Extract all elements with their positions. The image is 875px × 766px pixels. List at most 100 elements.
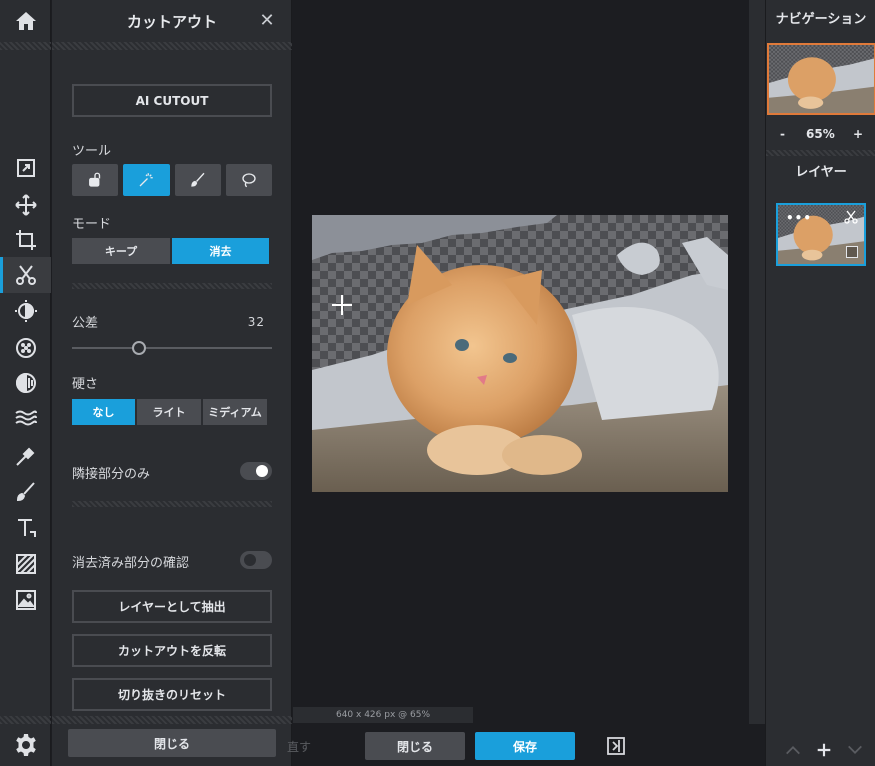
- invert-cutout-button[interactable]: カットアウトを反転: [72, 634, 272, 667]
- canvas-scrollbar[interactable]: [749, 0, 765, 766]
- redo-button[interactable]: 直す: [287, 732, 311, 760]
- cutout-tool-button[interactable]: [0, 257, 51, 293]
- tone-button[interactable]: [0, 365, 51, 401]
- brush-tool-button[interactable]: [174, 164, 221, 196]
- paint-brush-icon: [190, 172, 205, 187]
- sun-icon: [14, 300, 37, 322]
- canvas-status: 640 x 426 px @ 65%: [293, 707, 473, 723]
- zoom-value: 65%: [806, 127, 835, 141]
- close-icon[interactable]: ✕: [257, 10, 277, 31]
- mode-selector: キープ 消去: [72, 238, 269, 264]
- photo-editor-app: カットアウト ✕ AI CUTOUT ツール モード キープ 消去 公差 32 …: [0, 0, 875, 766]
- move-icon: [14, 194, 37, 216]
- text-icon: [17, 519, 36, 537]
- hatch-square-icon: [15, 554, 36, 574]
- layer-item[interactable]: •••: [776, 203, 866, 266]
- right-divider: [766, 150, 875, 156]
- panel-title: カットアウト: [126, 12, 217, 31]
- panel-toggle-icon: [607, 737, 625, 755]
- image-button[interactable]: [0, 582, 51, 618]
- canvas-image[interactable]: [312, 215, 728, 492]
- gear-icon: [15, 734, 36, 756]
- panel-divider: [52, 42, 292, 50]
- bottom-toolbar: 直す 閉じる 保存: [287, 724, 765, 766]
- tool-rail: [0, 0, 51, 766]
- nav-thumb-image: [769, 45, 874, 113]
- filter-button[interactable]: [0, 293, 51, 329]
- texture-button[interactable]: [0, 546, 51, 582]
- zoom-in-button[interactable]: +: [853, 127, 863, 141]
- brush-button[interactable]: [0, 474, 51, 510]
- dots-circle-icon: [15, 338, 36, 358]
- lasso-icon: [242, 173, 256, 188]
- waves-icon: [14, 410, 37, 426]
- canvas-area[interactable]: [293, 0, 748, 706]
- right-panel: ナビゲーション - 65% + レイヤー •••: [765, 0, 875, 766]
- magic-wand-icon: [139, 173, 154, 187]
- image-icon: [15, 590, 36, 610]
- settings-button[interactable]: [0, 727, 51, 763]
- hardness-medium-option[interactable]: ミディアム: [203, 399, 267, 425]
- home-icon: [15, 12, 36, 30]
- hardness-none-option[interactable]: なし: [72, 399, 135, 425]
- hardness-label: 硬さ: [72, 377, 99, 392]
- move-tool-button[interactable]: [0, 187, 51, 223]
- add-layer-icon[interactable]: [815, 741, 833, 759]
- layer-more-button[interactable]: •••: [786, 211, 812, 225]
- extract-layer-button[interactable]: レイヤーとして抽出: [72, 590, 272, 623]
- hardness-selector: なし ライト ミディアム: [72, 399, 267, 425]
- cutout-panel: カットアウト ✕ AI CUTOUT ツール モード キープ 消去 公差 32 …: [52, 0, 292, 766]
- hardness-light-option[interactable]: ライト: [137, 399, 201, 425]
- adjust-button[interactable]: [0, 150, 51, 186]
- mode-erase-option[interactable]: 消去: [172, 238, 269, 264]
- toggle-panel-button[interactable]: [606, 736, 626, 756]
- layer-controls: [784, 738, 864, 762]
- layers-title: レイヤー: [795, 165, 847, 180]
- mode-label: モード: [72, 217, 112, 232]
- tolerance-slider-thumb[interactable]: [132, 341, 146, 355]
- edit-box-icon: [16, 159, 35, 177]
- section-divider-2: [72, 501, 272, 507]
- tolerance-label: 公差: [72, 316, 99, 331]
- ai-cutout-button[interactable]: AI CUTOUT: [72, 84, 272, 117]
- section-divider: [72, 283, 272, 289]
- text-button[interactable]: [0, 510, 51, 546]
- liquify-button[interactable]: [0, 400, 51, 436]
- tolerance-slider-track[interactable]: [72, 347, 272, 349]
- panel-divider-bottom: [52, 716, 292, 724]
- layer-visibility-checkbox[interactable]: [846, 246, 858, 258]
- chevron-down-icon[interactable]: [846, 741, 864, 759]
- close-button[interactable]: 閉じる: [365, 732, 465, 760]
- navigation-title: ナビゲーション: [775, 12, 867, 27]
- lasso-tool-button[interactable]: [225, 164, 272, 196]
- rail-divider-bottom: [0, 716, 51, 724]
- brush-icon: [16, 482, 35, 502]
- zoom-controls: - 65% +: [766, 127, 875, 143]
- crop-tool-button[interactable]: [0, 222, 51, 258]
- home-button[interactable]: [0, 3, 51, 39]
- show-erased-label: 消去済み部分の確認: [72, 556, 190, 571]
- contiguous-toggle[interactable]: [240, 462, 272, 480]
- contiguous-label: 隣接部分のみ: [72, 467, 151, 482]
- stamp-icon: [89, 172, 101, 187]
- half-circle-icon: [15, 372, 36, 394]
- zoom-out-button[interactable]: -: [780, 127, 785, 141]
- toggle-knob: [256, 465, 268, 477]
- effects-button[interactable]: [0, 330, 51, 366]
- reset-cutout-button[interactable]: 切り抜きのリセット: [72, 678, 272, 711]
- navigation-thumbnail[interactable]: [767, 43, 875, 115]
- dropper-button[interactable]: [0, 438, 51, 474]
- chevron-up-icon[interactable]: [784, 741, 802, 759]
- toggle-knob: [244, 554, 256, 566]
- panel-close-button[interactable]: 閉じる: [68, 729, 276, 757]
- mode-keep-option[interactable]: キープ: [72, 238, 170, 264]
- cutout-tools: [72, 164, 272, 196]
- eyedropper-icon: [15, 447, 34, 466]
- tolerance-value: 32: [247, 315, 265, 329]
- stamp-tool-button[interactable]: [72, 164, 119, 196]
- kitten-photo: [312, 215, 728, 492]
- show-erased-toggle[interactable]: [240, 551, 272, 569]
- crop-icon: [15, 230, 36, 250]
- save-button[interactable]: 保存: [475, 732, 575, 760]
- magic-wand-tool-button[interactable]: [123, 164, 170, 196]
